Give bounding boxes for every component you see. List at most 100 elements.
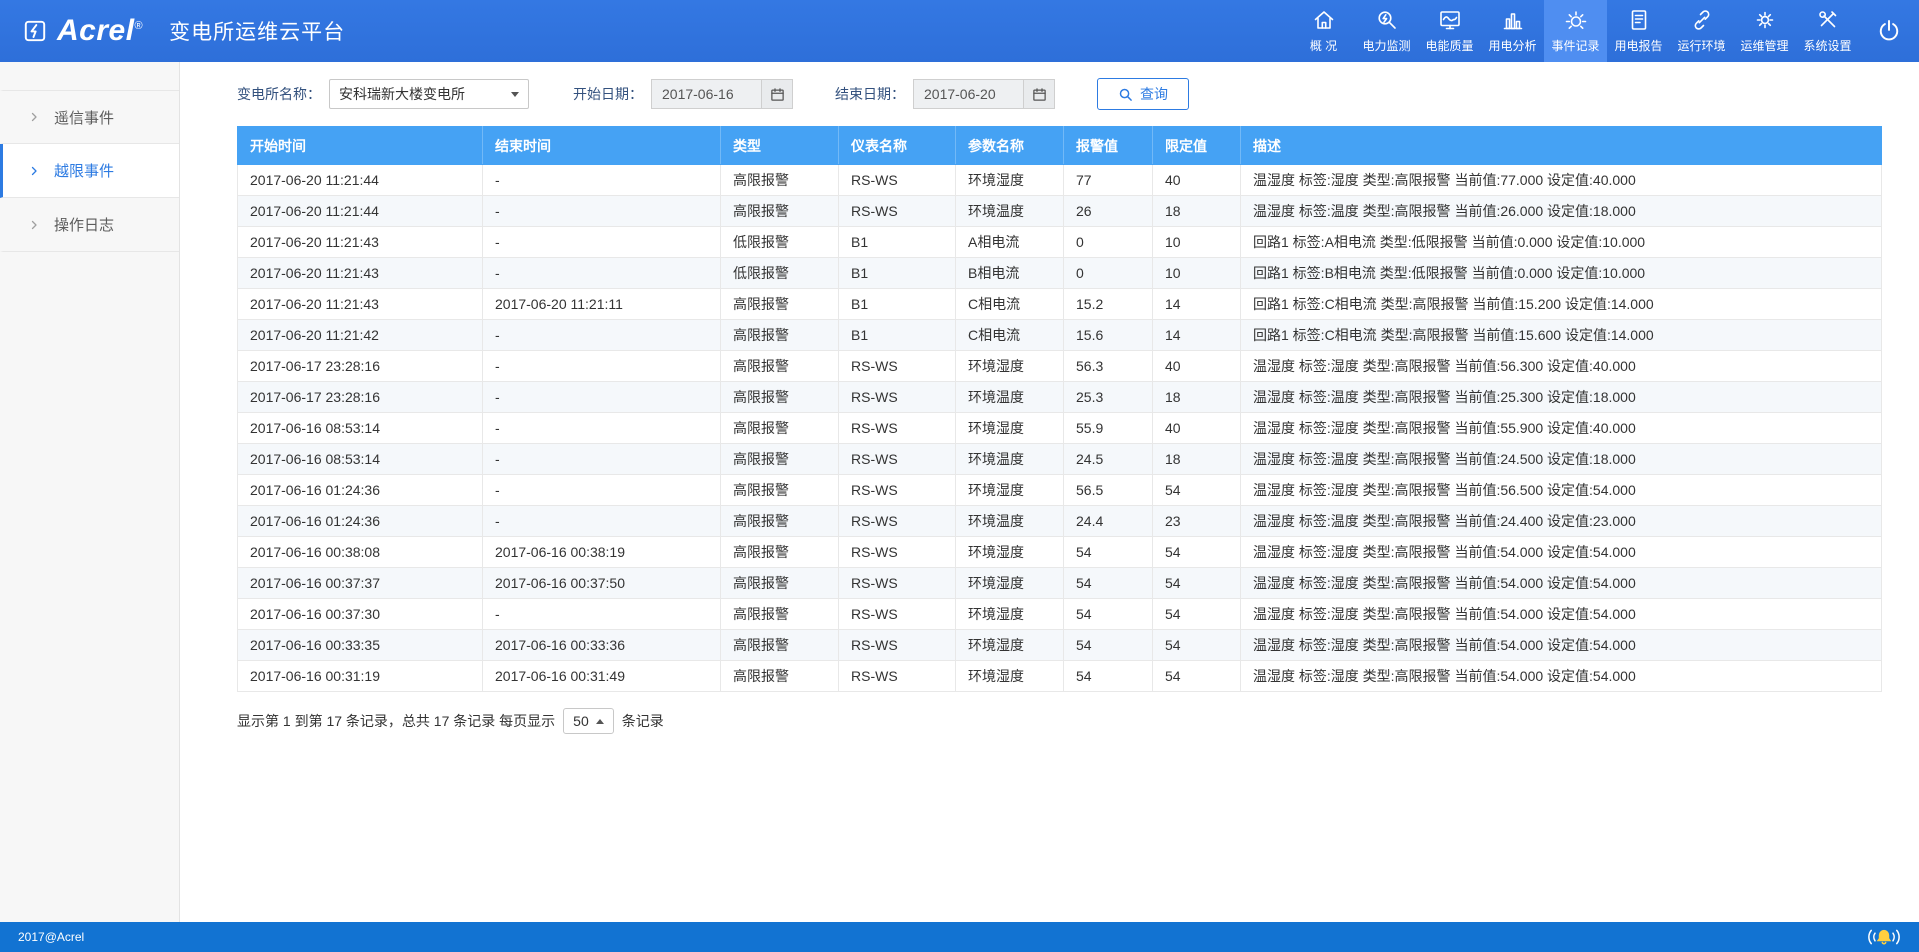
- table-cell: 56.5: [1064, 475, 1153, 506]
- end-date-input[interactable]: [913, 79, 1023, 109]
- events-table: 开始时间结束时间类型仪表名称参数名称报警值限定值描述 2017-06-20 11…: [237, 126, 1882, 692]
- page-size-value: 50: [573, 713, 589, 729]
- table-cell: -: [483, 258, 721, 289]
- nav-item-operating-environment[interactable]: 运行环境: [1670, 0, 1733, 62]
- end-date-calendar-button[interactable]: [1023, 79, 1055, 109]
- logout-power-button[interactable]: [1859, 0, 1919, 62]
- brand[interactable]: Acrel® 变电所运维云平台: [0, 0, 345, 62]
- nav-item-electricity-analysis[interactable]: 用电分析: [1481, 0, 1544, 62]
- table-cell: -: [483, 196, 721, 227]
- caret-up-icon: [596, 719, 604, 724]
- table-row[interactable]: 2017-06-16 08:53:14-高限报警RS-WS环境温度24.518温…: [238, 444, 1882, 475]
- chevron-down-icon: [511, 92, 519, 97]
- table-row[interactable]: 2017-06-16 01:24:36-高限报警RS-WS环境温度24.423温…: [238, 506, 1882, 537]
- nav-item-system-settings[interactable]: 系统设置: [1796, 0, 1859, 62]
- table-cell: B1: [839, 227, 956, 258]
- sidebar-item-remote-signal-events[interactable]: 遥信事件: [0, 90, 179, 144]
- table-cell: 环境温度: [956, 382, 1064, 413]
- table-cell: B1: [839, 320, 956, 351]
- table-cell: 环境温度: [956, 506, 1064, 537]
- table-row[interactable]: 2017-06-20 11:21:43-低限报警B1A相电流010回路1 标签:…: [238, 227, 1882, 258]
- table-row[interactable]: 2017-06-16 00:33:352017-06-16 00:33:36高限…: [238, 630, 1882, 661]
- nav-item-label: 系统设置: [1803, 37, 1851, 54]
- nav-item-overview[interactable]: 概 况: [1292, 0, 1355, 62]
- table-cell: RS-WS: [839, 599, 956, 630]
- query-button[interactable]: 查询: [1097, 78, 1189, 110]
- table-row[interactable]: 2017-06-20 11:21:42-高限报警B1C相电流15.614回路1 …: [238, 320, 1882, 351]
- table-cell: 高限报警: [721, 196, 839, 227]
- sidebar-item-operation-logs[interactable]: 操作日志: [0, 198, 179, 252]
- column-header: 限定值: [1153, 127, 1241, 165]
- table-row[interactable]: 2017-06-16 00:37:372017-06-16 00:37:50高限…: [238, 568, 1882, 599]
- station-select[interactable]: 安科瑞新大楼变电所: [329, 79, 529, 109]
- page-title: 变电所运维云平台: [169, 16, 345, 46]
- table-cell: RS-WS: [839, 475, 956, 506]
- table-row[interactable]: 2017-06-20 11:21:43-低限报警B1B相电流010回路1 标签:…: [238, 258, 1882, 289]
- table-cell: 环境湿度: [956, 475, 1064, 506]
- table-cell: 环境温度: [956, 444, 1064, 475]
- table-row[interactable]: 2017-06-16 01:24:36-高限报警RS-WS环境湿度56.554温…: [238, 475, 1882, 506]
- table-cell: 10: [1153, 258, 1241, 289]
- table-cell: 54: [1153, 568, 1241, 599]
- nav-item-electricity-report[interactable]: 用电报告: [1607, 0, 1670, 62]
- column-header: 报警值: [1064, 127, 1153, 165]
- nav-item-label: 电能质量: [1425, 37, 1473, 54]
- start-date-input[interactable]: [651, 79, 761, 109]
- table-cell: 环境湿度: [956, 568, 1064, 599]
- table-row[interactable]: 2017-06-20 11:21:44-高限报警RS-WS环境湿度7740温湿度…: [238, 165, 1882, 196]
- table-cell: 温湿度 标签:湿度 类型:高限报警 当前值:54.000 设定值:54.000: [1241, 537, 1882, 568]
- table-row[interactable]: 2017-06-16 00:31:192017-06-16 00:31:49高限…: [238, 661, 1882, 692]
- table-cell: 高限报警: [721, 537, 839, 568]
- table-cell: RS-WS: [839, 506, 956, 537]
- table-cell: -: [483, 351, 721, 382]
- app-root: Acrel® 变电所运维云平台 概 况电力监测电能质量用电分析事件记录用电报告运…: [0, 0, 1919, 952]
- table-cell: 高限报警: [721, 413, 839, 444]
- table-row[interactable]: 2017-06-17 23:28:16-高限报警RS-WS环境温度25.318温…: [238, 382, 1882, 413]
- sidebar-item-limit-violation-events[interactable]: 越限事件: [0, 144, 179, 198]
- nav-item-power-quality[interactable]: 电能质量: [1418, 0, 1481, 62]
- table-cell: 15.6: [1064, 320, 1153, 351]
- pagination-summary-suffix: 条记录: [622, 711, 664, 731]
- events-table-body: 2017-06-20 11:21:44-高限报警RS-WS环境湿度7740温湿度…: [238, 165, 1882, 692]
- table-cell: 0: [1064, 227, 1153, 258]
- table-cell: 18: [1153, 196, 1241, 227]
- table-cell: 高限报警: [721, 568, 839, 599]
- table-row[interactable]: 2017-06-16 00:38:082017-06-16 00:38:19高限…: [238, 537, 1882, 568]
- table-cell: 14: [1153, 320, 1241, 351]
- nav-item-label: 用电报告: [1614, 37, 1662, 54]
- table-cell: 2017-06-20 11:21:44: [238, 165, 483, 196]
- table-cell: 高限报警: [721, 444, 839, 475]
- table-cell: -: [483, 227, 721, 258]
- calendar-icon: [1032, 87, 1047, 102]
- table-row[interactable]: 2017-06-16 08:53:14-高限报警RS-WS环境湿度55.940温…: [238, 413, 1882, 444]
- calendar-icon: [770, 87, 785, 102]
- table-cell: 2017-06-17 23:28:16: [238, 351, 483, 382]
- table-cell: 环境湿度: [956, 537, 1064, 568]
- table-cell: 2017-06-16 00:33:35: [238, 630, 483, 661]
- table-cell: 高限报警: [721, 165, 839, 196]
- table-cell: B相电流: [956, 258, 1064, 289]
- table-row[interactable]: 2017-06-17 23:28:16-高限报警RS-WS环境湿度56.340温…: [238, 351, 1882, 382]
- table-row[interactable]: 2017-06-20 11:21:44-高限报警RS-WS环境温度2618温湿度…: [238, 196, 1882, 227]
- notification-bell-icon[interactable]: [1867, 925, 1901, 949]
- page-size-select[interactable]: 50: [563, 708, 614, 734]
- table-cell: 温湿度 标签:湿度 类型:高限报警 当前值:56.500 设定值:54.000: [1241, 475, 1882, 506]
- table-row[interactable]: 2017-06-20 11:21:432017-06-20 11:21:11高限…: [238, 289, 1882, 320]
- table-cell: 高限报警: [721, 382, 839, 413]
- table-cell: 54: [1153, 630, 1241, 661]
- body-row: 遥信事件越限事件操作日志 变电所名称： 安科瑞新大楼变电所 开始日期：: [0, 62, 1919, 922]
- table-cell: -: [483, 599, 721, 630]
- table-row[interactable]: 2017-06-16 00:37:30-高限报警RS-WS环境湿度5454温湿度…: [238, 599, 1882, 630]
- nav-item-power-monitoring[interactable]: 电力监测: [1355, 0, 1418, 62]
- table-cell: 2017-06-16 00:38:19: [483, 537, 721, 568]
- nav-item-event-records[interactable]: 事件记录: [1544, 0, 1607, 62]
- column-header: 仪表名称: [839, 127, 956, 165]
- table-cell: 2017-06-17 23:28:16: [238, 382, 483, 413]
- table-cell: 54: [1153, 599, 1241, 630]
- start-date-calendar-button[interactable]: [761, 79, 793, 109]
- table-cell: 温湿度 标签:湿度 类型:高限报警 当前值:77.000 设定值:40.000: [1241, 165, 1882, 196]
- column-header: 类型: [721, 127, 839, 165]
- nav-item-maintenance-management[interactable]: 运维管理: [1733, 0, 1796, 62]
- table-cell: 环境湿度: [956, 630, 1064, 661]
- table-cell: C相电流: [956, 289, 1064, 320]
